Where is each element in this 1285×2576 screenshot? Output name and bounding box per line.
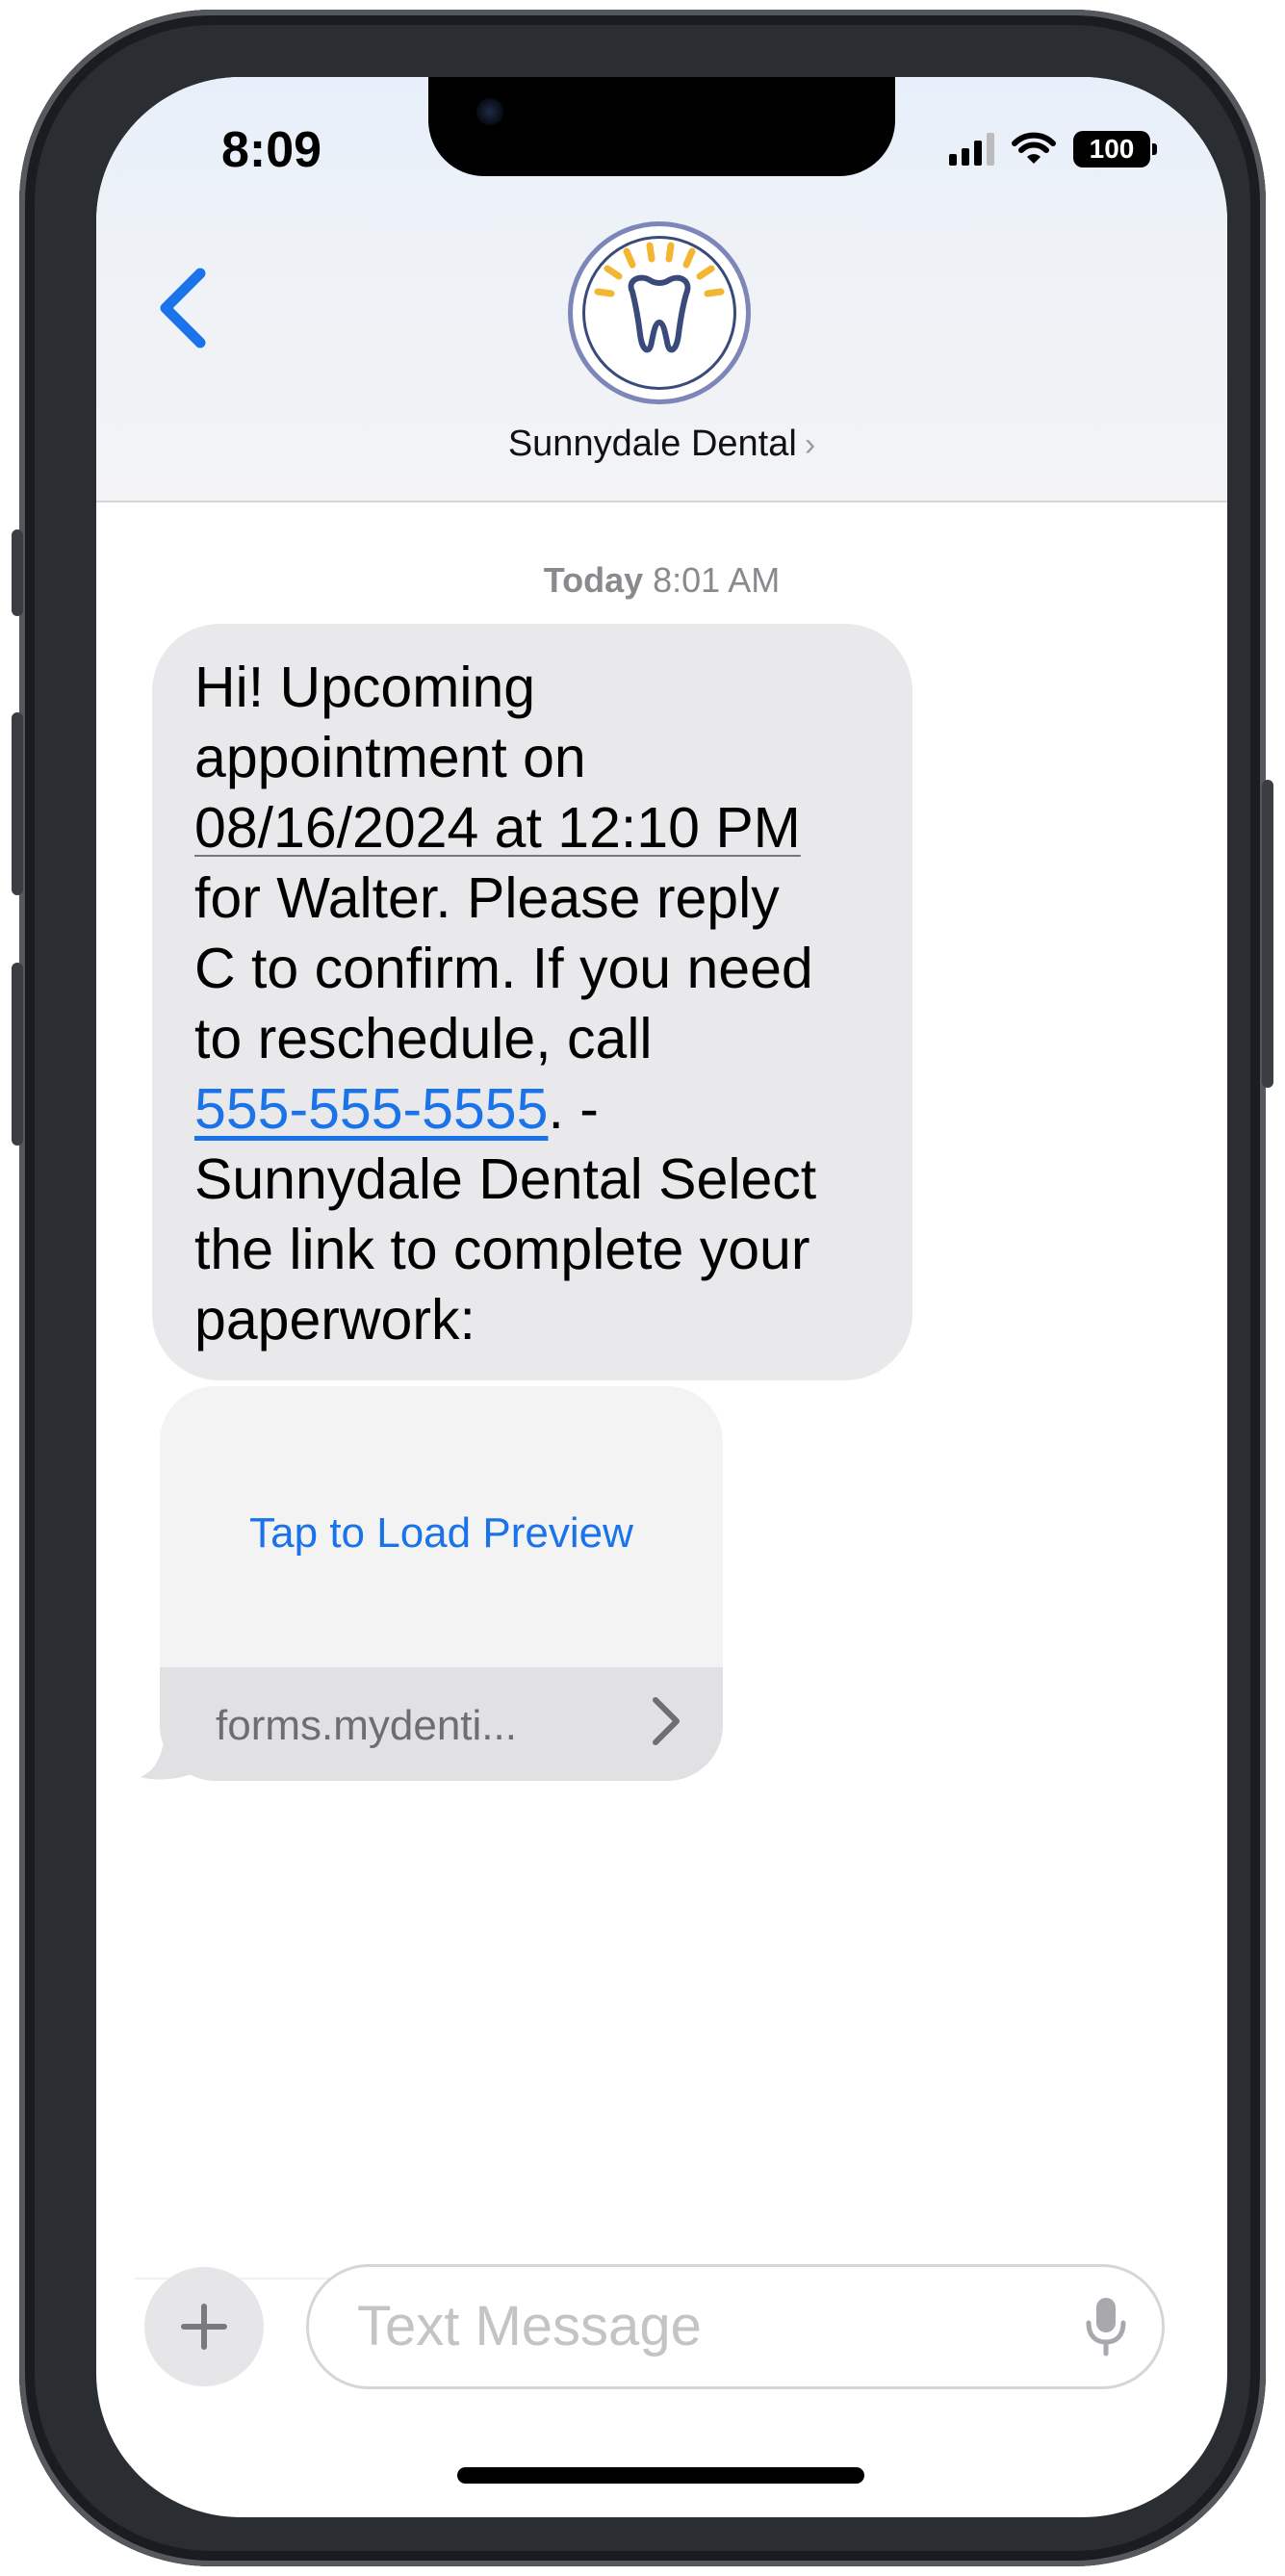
incoming-message-bubble[interactable]: Hi! Upcoming appointment on 08/16/2024 a…	[152, 624, 912, 1380]
battery-icon: 100	[1073, 131, 1157, 167]
link-preview-url: forms.mydenti...	[216, 1702, 517, 1749]
text-message-placeholder: Text Message	[357, 2295, 702, 2357]
apps-plus-button[interactable]	[144, 2267, 264, 2386]
wifi-icon	[1012, 132, 1056, 164]
cellular-signal-icon	[949, 133, 994, 166]
notch	[428, 77, 895, 176]
phone-frame: 8:09 100 Sunnydale Dental › Today 8:01 A…	[12, 10, 1273, 2566]
message-line: paperwork:	[194, 1288, 475, 1352]
contact-name-label: Sunnydale Dental	[507, 424, 797, 464]
appointment-date-link[interactable]: 08/16/2024 at 12:10 PM	[194, 796, 801, 860]
message-line: Sunnydale Dental Select	[194, 1147, 817, 1211]
silent-switch	[12, 529, 23, 616]
timestamp-time: 8:01 AM	[653, 560, 781, 600]
text-message-input[interactable]: Text Message	[306, 2264, 1165, 2389]
power-button	[1262, 780, 1273, 1088]
contact-chevron-icon: ›	[804, 426, 816, 463]
microphone-icon[interactable]	[1085, 2296, 1127, 2357]
contact-name[interactable]: Sunnydale Dental ›	[96, 424, 1227, 465]
phone-number-link[interactable]: 555-555-5555	[194, 1077, 548, 1141]
message-line: the link to complete your	[194, 1218, 810, 1281]
message-line: Hi! Upcoming	[194, 656, 536, 719]
volume-up-button	[12, 712, 23, 895]
screen: 8:09 100 Sunnydale Dental › Today 8:01 A…	[96, 77, 1227, 2517]
home-indicator[interactable]	[457, 2467, 864, 2484]
status-time: 8:09	[221, 122, 322, 178]
message-line: C to confirm. If you need	[194, 937, 813, 1000]
link-preview-card[interactable]: Tap to Load Preview forms.mydenti...	[160, 1386, 723, 1781]
chevron-right-icon	[653, 1697, 680, 1745]
tap-to-load-preview-link[interactable]: Tap to Load Preview	[160, 1509, 723, 1558]
front-camera	[476, 98, 503, 125]
plus-icon	[181, 2304, 227, 2350]
message-text: . -	[548, 1077, 599, 1141]
volume-down-button	[12, 963, 23, 1146]
status-icons: 100	[949, 125, 1157, 173]
contact-avatar[interactable]	[568, 221, 751, 404]
message-line: for Walter. Please reply	[194, 866, 780, 930]
message-line: appointment on	[194, 726, 586, 789]
back-chevron-icon[interactable]	[144, 260, 221, 356]
timestamp-day: Today	[543, 560, 644, 600]
message-timestamp: Today 8:01 AM	[96, 560, 1227, 601]
message-line: to reschedule, call	[194, 1007, 653, 1070]
link-preview-footer[interactable]: forms.mydenti...	[160, 1667, 723, 1781]
tooth-logo-icon	[594, 242, 725, 353]
